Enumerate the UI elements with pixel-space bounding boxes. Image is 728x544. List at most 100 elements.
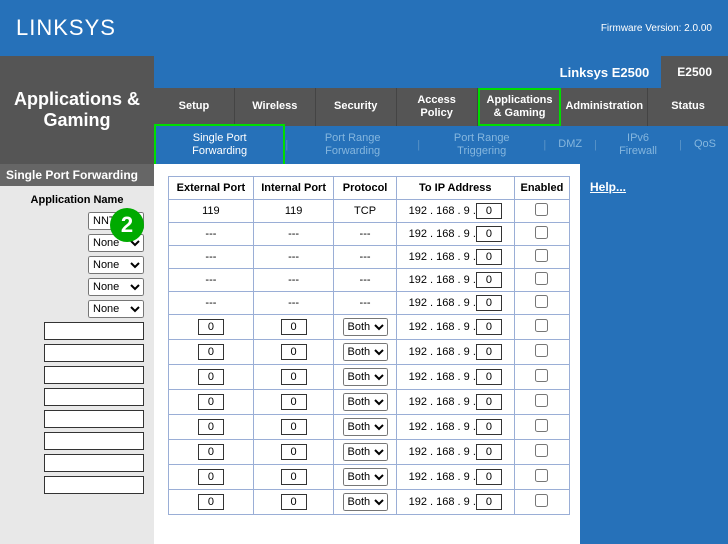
application-name-input[interactable]: [44, 388, 144, 406]
nav-wireless[interactable]: Wireless: [235, 88, 316, 126]
protocol-cell: Both: [334, 340, 396, 365]
application-select[interactable]: None: [88, 300, 144, 318]
ip-last-octet-input[interactable]: [476, 369, 502, 385]
int-port-input[interactable]: [281, 369, 307, 385]
subnav-qos[interactable]: QoS: [682, 138, 728, 151]
subnav-single-port-forwarding[interactable]: Single Port Forwarding: [154, 124, 285, 166]
ip-last-octet-input[interactable]: [476, 319, 502, 335]
ip-prefix: 192 . 168 . 9 .: [409, 421, 476, 433]
model-name: Linksys E2500: [560, 65, 662, 80]
ext-port-input[interactable]: [198, 344, 224, 360]
enabled-checkbox[interactable]: [535, 419, 548, 432]
ip-last-octet-input[interactable]: [476, 226, 502, 242]
int-port-input[interactable]: [281, 444, 307, 460]
int-port-input[interactable]: [281, 469, 307, 485]
port-forwarding-table: External Port Internal Port Protocol To …: [168, 176, 570, 515]
nav-setup[interactable]: Setup: [154, 88, 235, 126]
enabled-checkbox[interactable]: [535, 272, 548, 285]
enabled-checkbox[interactable]: [535, 249, 548, 262]
application-name-input[interactable]: [44, 410, 144, 428]
title-row: Applications & Gaming Linksys E2500 E250…: [0, 56, 728, 164]
ip-last-octet-input[interactable]: [476, 249, 502, 265]
ext-cell: ---: [169, 223, 254, 246]
protocol-select[interactable]: Both: [343, 418, 388, 436]
ext-port-input[interactable]: [198, 419, 224, 435]
int-port-input[interactable]: [281, 344, 307, 360]
protocol-select[interactable]: Both: [343, 368, 388, 386]
nav-security[interactable]: Security: [316, 88, 397, 126]
ip-last-octet-input[interactable]: [476, 344, 502, 360]
ip-last-octet-input[interactable]: [476, 394, 502, 410]
enabled-cell: [514, 200, 569, 223]
center-column: External Port Internal Port Protocol To …: [154, 164, 580, 544]
ip-cell: 192 . 168 . 9 .: [396, 315, 514, 340]
ip-last-octet-input[interactable]: [476, 295, 502, 311]
page-title: Applications & Gaming: [0, 56, 154, 164]
application-select[interactable]: None: [88, 278, 144, 296]
ext-port-input[interactable]: [198, 394, 224, 410]
protocol-select[interactable]: Both: [343, 318, 388, 336]
application-name-input[interactable]: [44, 454, 144, 472]
int-port-input[interactable]: [281, 394, 307, 410]
int-port-input[interactable]: [281, 419, 307, 435]
protocol-select[interactable]: Both: [343, 493, 388, 511]
ip-last-octet-input[interactable]: [476, 469, 502, 485]
enabled-checkbox[interactable]: [535, 344, 548, 357]
ext-port-input[interactable]: [198, 469, 224, 485]
ext-port-input[interactable]: [198, 444, 224, 460]
application-name-input[interactable]: [44, 366, 144, 384]
application-select[interactable]: None: [88, 256, 144, 274]
subnav-dmz[interactable]: DMZ: [546, 138, 594, 151]
protocol-cell: Both: [334, 315, 396, 340]
ext-cell: [169, 415, 254, 440]
enabled-checkbox[interactable]: [535, 469, 548, 482]
int-cell: [253, 340, 334, 365]
ext-port-input[interactable]: [198, 319, 224, 335]
nav-status[interactable]: Status: [648, 88, 728, 126]
ext-cell: [169, 390, 254, 415]
protocol-select[interactable]: Both: [343, 393, 388, 411]
enabled-checkbox[interactable]: [535, 369, 548, 382]
col-to-ip: To IP Address: [396, 177, 514, 200]
proto-cell: ---: [334, 246, 396, 269]
subnav-port-range-forwarding[interactable]: Port Range Forwarding: [288, 132, 417, 158]
ip-prefix: 192 . 168 . 9 .: [409, 496, 476, 508]
enabled-checkbox[interactable]: [535, 203, 548, 216]
subnav-port-range-triggering[interactable]: Port Range Triggering: [420, 132, 543, 158]
ip-last-octet-input[interactable]: [476, 203, 502, 219]
help-link[interactable]: Help...: [590, 180, 626, 194]
protocol-cell: Both: [334, 490, 396, 515]
enabled-checkbox[interactable]: [535, 226, 548, 239]
application-name-input[interactable]: [44, 344, 144, 362]
application-name-input[interactable]: [44, 432, 144, 450]
enabled-checkbox[interactable]: [535, 444, 548, 457]
ext-cell: [169, 490, 254, 515]
nav-access-policy[interactable]: Access Policy: [397, 88, 478, 126]
nav-administration[interactable]: Administration: [561, 88, 648, 126]
subnav-ipv-firewall[interactable]: IPv6 Firewall: [597, 132, 679, 158]
int-port-input[interactable]: [281, 494, 307, 510]
table-row: ---------192 . 168 . 9 .: [169, 269, 570, 292]
proto-cell: ---: [334, 292, 396, 315]
protocol-select[interactable]: Both: [343, 468, 388, 486]
enabled-checkbox[interactable]: [535, 295, 548, 308]
int-cell: 119: [253, 200, 334, 223]
enabled-checkbox[interactable]: [535, 394, 548, 407]
ip-last-octet-input[interactable]: [476, 494, 502, 510]
enabled-checkbox[interactable]: [535, 319, 548, 332]
ext-cell: ---: [169, 269, 254, 292]
ip-last-octet-input[interactable]: [476, 419, 502, 435]
ip-prefix: 192 . 168 . 9 .: [409, 446, 476, 458]
application-name-input[interactable]: [44, 476, 144, 494]
int-port-input[interactable]: [281, 319, 307, 335]
ip-last-octet-input[interactable]: [476, 272, 502, 288]
protocol-select[interactable]: Both: [343, 443, 388, 461]
ext-port-input[interactable]: [198, 494, 224, 510]
ext-port-input[interactable]: [198, 369, 224, 385]
nav-applications-gaming[interactable]: Applications & Gaming: [478, 88, 562, 126]
ip-prefix: 192 . 168 . 9 .: [409, 396, 476, 408]
protocol-select[interactable]: Both: [343, 343, 388, 361]
application-name-input[interactable]: [44, 322, 144, 340]
protocol-cell: Both: [334, 365, 396, 390]
ip-last-octet-input[interactable]: [476, 444, 502, 460]
